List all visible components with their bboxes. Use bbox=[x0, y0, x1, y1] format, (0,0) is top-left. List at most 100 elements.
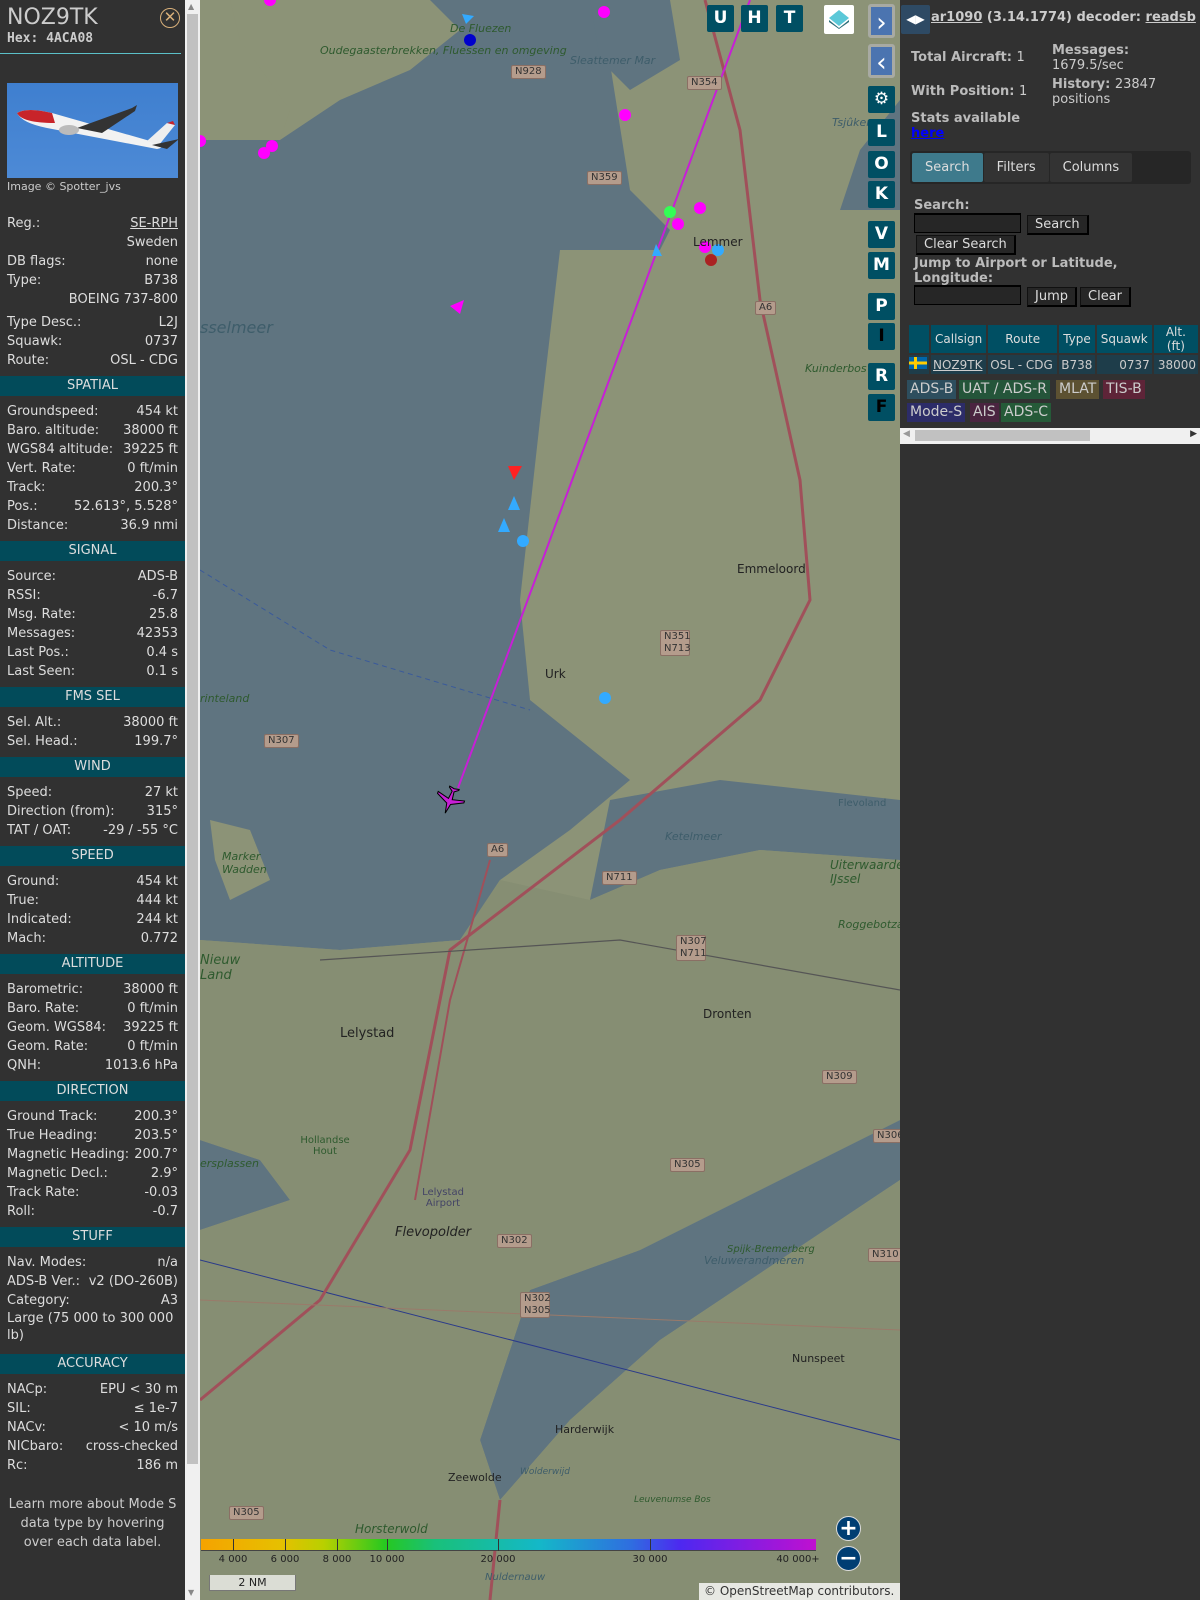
map-button-h[interactable]: H bbox=[741, 5, 768, 32]
detail-label[interactable]: TAT / OAT: bbox=[7, 821, 71, 840]
detail-label[interactable]: Direction (from): bbox=[7, 802, 115, 821]
map-button-v[interactable]: V bbox=[868, 221, 895, 248]
detail-label[interactable]: Mach: bbox=[7, 929, 46, 948]
scrollbar-thumb[interactable] bbox=[915, 430, 1090, 441]
map-button-r[interactable]: R bbox=[868, 363, 895, 390]
detail-label[interactable]: RSSI: bbox=[7, 586, 41, 605]
settings-button[interactable]: ⚙ bbox=[868, 86, 895, 113]
col-squawk[interactable]: Squawk bbox=[1096, 325, 1152, 353]
detail-label[interactable]: Magnetic Heading: bbox=[7, 1145, 129, 1164]
detail-label[interactable]: Pos.: bbox=[7, 497, 38, 516]
detail-label[interactable]: Messages: bbox=[7, 624, 75, 643]
detail-label[interactable]: Magnetic Decl.: bbox=[7, 1164, 108, 1183]
tar1090-link[interactable]: ar1090 bbox=[931, 10, 982, 25]
jump-button[interactable]: Jump bbox=[1027, 287, 1077, 307]
zoom-in-button[interactable]: + bbox=[836, 1516, 861, 1541]
col-route[interactable]: Route bbox=[988, 325, 1058, 353]
scroll-left-icon[interactable]: ◀ bbox=[903, 429, 910, 439]
detail-label[interactable]: ADS-B Ver.: bbox=[7, 1272, 80, 1291]
detail-label[interactable]: Track: bbox=[7, 478, 45, 497]
map-button-k[interactable]: K bbox=[868, 181, 895, 208]
detail-label[interactable]: Sel. Alt.: bbox=[7, 713, 61, 732]
scroll-up-icon[interactable]: ▲ bbox=[188, 2, 194, 11]
detail-label[interactable]: Vert. Rate: bbox=[7, 459, 76, 478]
scroll-down-icon[interactable]: ▼ bbox=[188, 1588, 194, 1597]
map-button-i[interactable]: I bbox=[868, 323, 895, 350]
detail-label[interactable]: NICbaro: bbox=[7, 1437, 63, 1456]
left-panel-scrollbar[interactable]: ▲ ▼ bbox=[185, 0, 200, 1600]
expand-right-button[interactable]: › bbox=[868, 4, 895, 38]
map-button-m[interactable]: M bbox=[868, 252, 895, 279]
detail-label[interactable]: Last Seen: bbox=[7, 662, 75, 681]
scroll-right-icon[interactable]: ▶ bbox=[1190, 429, 1197, 439]
close-icon[interactable]: ✕ bbox=[160, 8, 180, 28]
clear-search-button[interactable]: Clear Search bbox=[916, 235, 1016, 255]
col-type[interactable]: Type bbox=[1059, 325, 1095, 353]
detail-label[interactable]: Baro. altitude: bbox=[7, 421, 99, 440]
toggle-sidebar-button[interactable]: ◀▶ bbox=[901, 5, 930, 34]
detail-label[interactable]: NACv: bbox=[7, 1418, 46, 1437]
map-button-p[interactable]: P bbox=[868, 293, 895, 320]
collapse-left-button[interactable]: ‹ bbox=[868, 44, 895, 78]
map-button-u[interactable]: U bbox=[707, 5, 734, 32]
search-button[interactable]: Search bbox=[1027, 215, 1089, 235]
detail-label[interactable]: Route: bbox=[7, 351, 49, 370]
search-input[interactable] bbox=[914, 213, 1021, 233]
zoom-out-button[interactable]: − bbox=[836, 1546, 861, 1571]
detail-label[interactable]: Reg.: bbox=[7, 214, 40, 233]
detail-label[interactable]: Groundspeed: bbox=[7, 402, 98, 421]
aircraft-photo[interactable] bbox=[7, 83, 179, 178]
tab-search[interactable]: Search bbox=[912, 153, 983, 182]
map-button-f[interactable]: F bbox=[868, 394, 895, 421]
detail-label[interactable]: Large (75 000 to 300 000 lb) bbox=[7, 1310, 178, 1348]
callsign-link[interactable]: NOZ9TK bbox=[933, 358, 982, 372]
detail-label[interactable]: Rc: bbox=[7, 1456, 28, 1475]
tab-columns[interactable]: Columns bbox=[1049, 153, 1133, 182]
map-attribution[interactable]: © OpenStreetMap contributors. bbox=[699, 1583, 900, 1600]
detail-label[interactable]: True Heading: bbox=[7, 1126, 97, 1145]
detail-label[interactable]: Barometric: bbox=[7, 980, 83, 999]
detail-label[interactable]: Baro. Rate: bbox=[7, 999, 79, 1018]
map-view[interactable]: Oudegaasterbrekken, Fluessen en omgeving… bbox=[200, 0, 900, 1600]
map-button-l[interactable]: L bbox=[868, 119, 895, 146]
jump-input[interactable] bbox=[914, 285, 1021, 305]
detail-label[interactable]: Geom. Rate: bbox=[7, 1037, 88, 1056]
detail-label[interactable]: Source: bbox=[7, 567, 56, 586]
detail-label[interactable]: Indicated: bbox=[7, 910, 72, 929]
table-row[interactable]: NOZ9TK OSL - CDG B738 0737 38000 bbox=[909, 355, 1198, 374]
col-callsign[interactable]: Callsign bbox=[931, 325, 987, 353]
detail-label[interactable]: Type Desc.: bbox=[7, 313, 81, 332]
tab-filters[interactable]: Filters bbox=[983, 153, 1049, 182]
detail-label[interactable]: WGS84 altitude: bbox=[7, 440, 113, 459]
detail-label[interactable]: Geom. WGS84: bbox=[7, 1018, 106, 1037]
stats-link[interactable]: here bbox=[911, 126, 944, 141]
detail-label[interactable]: Squawk: bbox=[7, 332, 62, 351]
detail-label[interactable]: Last Pos.: bbox=[7, 643, 69, 662]
detail-label[interactable]: Ground: bbox=[7, 872, 59, 891]
map-button-t[interactable]: T bbox=[776, 5, 803, 32]
detail-label[interactable]: Track Rate: bbox=[7, 1183, 79, 1202]
detail-label[interactable]: NACp: bbox=[7, 1380, 47, 1399]
col-flag[interactable] bbox=[909, 325, 929, 353]
detail-label[interactable]: DB flags: bbox=[7, 252, 66, 271]
detail-label[interactable]: True: bbox=[7, 891, 39, 910]
detail-value[interactable]: SE-RPH bbox=[130, 214, 178, 233]
detail-label[interactable]: QNH: bbox=[7, 1056, 41, 1075]
detail-label[interactable]: Roll: bbox=[7, 1202, 35, 1221]
layers-button[interactable] bbox=[824, 5, 854, 34]
col-altitude[interactable]: Alt. (ft) bbox=[1153, 325, 1198, 353]
detail-label[interactable]: Speed: bbox=[7, 783, 52, 802]
detail-label[interactable]: Category: bbox=[7, 1291, 70, 1310]
detail-label[interactable]: Type: bbox=[7, 271, 41, 290]
map-button-o[interactable]: O bbox=[868, 151, 895, 178]
readsb-link[interactable]: readsb bbox=[1146, 10, 1196, 25]
scrollbar-thumb[interactable] bbox=[187, 14, 198, 1464]
clear-jump-button[interactable]: Clear bbox=[1080, 287, 1131, 307]
detail-label[interactable]: Nav. Modes: bbox=[7, 1253, 86, 1272]
detail-label[interactable]: Sel. Head.: bbox=[7, 732, 78, 751]
detail-label[interactable]: Distance: bbox=[7, 516, 68, 535]
detail-label[interactable]: Ground Track: bbox=[7, 1107, 97, 1126]
horizontal-scrollbar[interactable]: ◀ ▶ bbox=[900, 428, 1200, 444]
detail-label[interactable]: SIL: bbox=[7, 1399, 31, 1418]
detail-label[interactable]: Msg. Rate: bbox=[7, 605, 76, 624]
